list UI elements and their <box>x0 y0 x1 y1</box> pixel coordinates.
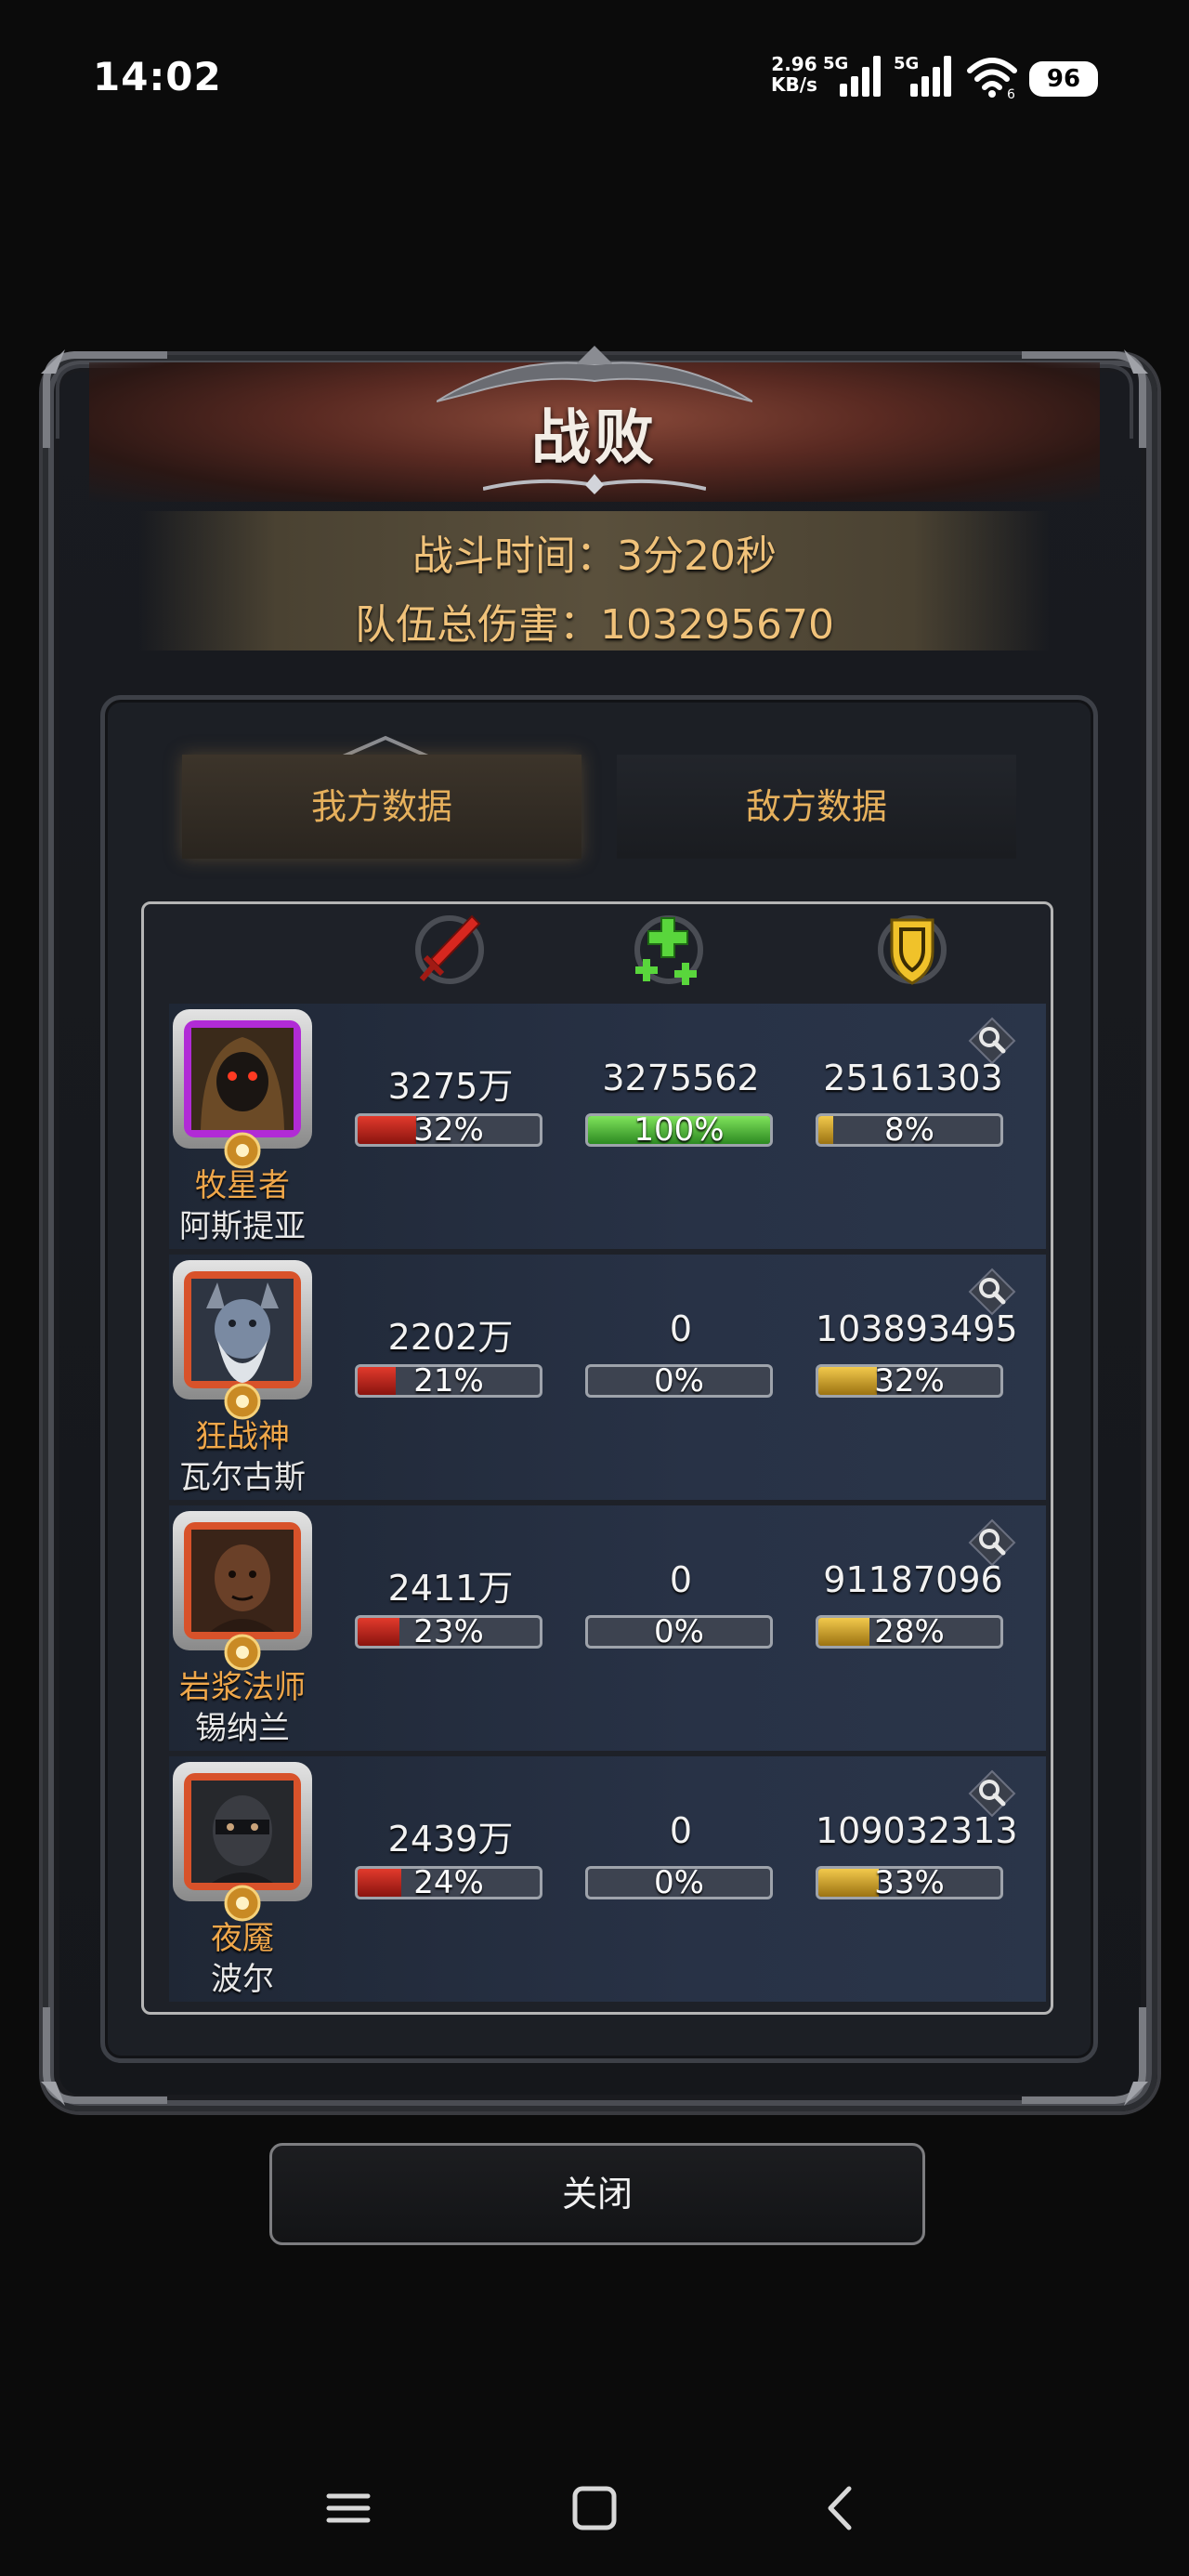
hooded-hero-portrait-icon <box>191 1028 294 1130</box>
heal-share-bar: 0% <box>585 1866 773 1899</box>
damage-share-bar: 21% <box>355 1364 542 1398</box>
hero-avatar-frame <box>173 1762 312 1901</box>
hero-name: 瓦尔古斯 <box>179 1459 306 1496</box>
hero-avatar-frame <box>173 1511 312 1650</box>
status-time: 14:02 <box>93 54 222 99</box>
total-damage-line: 队伍总伤害：103295670 <box>355 601 834 649</box>
home-icon[interactable] <box>562 2476 627 2541</box>
damage-value: 2411万 <box>387 1568 514 1609</box>
hero-name: 波尔 <box>211 1961 274 1998</box>
hero-title: 牧星者 <box>195 1167 290 1204</box>
hero-name: 阿斯提亚 <box>179 1208 306 1245</box>
signal-icon <box>840 56 881 97</box>
avatar <box>184 1773 301 1890</box>
tab-enemy-data[interactable]: 敌方数据 <box>617 755 1016 859</box>
shield-icon <box>878 915 947 985</box>
sword-icon <box>415 914 484 984</box>
hero-title: 狂战神 <box>195 1418 290 1455</box>
heal-value: 0 <box>669 1810 693 1851</box>
magnifier-icon[interactable] <box>966 1266 1018 1318</box>
damage-share-bar: 32% <box>355 1113 542 1147</box>
menu-icon[interactable] <box>316 2476 381 2541</box>
total-damage-value: 103295670 <box>600 601 834 649</box>
masked-ninja-portrait-icon <box>191 1781 294 1883</box>
avatar <box>184 1522 301 1639</box>
system-navigation-bar <box>0 2435 1189 2576</box>
damage-value: 2439万 <box>387 1819 514 1860</box>
network-speed: 2.96 KB/s <box>771 53 817 96</box>
battery-indicator: 96 <box>1029 61 1098 97</box>
heal-share-bar: 0% <box>585 1615 773 1649</box>
heal-value: 0 <box>669 1308 693 1349</box>
heal-share-bar: 100% <box>585 1113 773 1147</box>
battle-time-line: 战斗时间：3分20秒 <box>412 532 777 580</box>
damage-taken-share-bar: 32% <box>816 1364 1003 1398</box>
avatar <box>184 1271 301 1388</box>
hero-title: 岩浆法师 <box>179 1669 306 1706</box>
signal-icon <box>910 56 951 97</box>
svg-text:6: 6 <box>1007 87 1015 99</box>
damage-taken-share-bar: 8% <box>816 1113 1003 1147</box>
damage-share-bar: 24% <box>355 1866 542 1899</box>
damage-value: 3275万 <box>387 1066 514 1107</box>
status-bar: 14:02 2.96 KB/s 5G 5G 6 96 <box>0 0 1189 158</box>
heal-cross-icon <box>634 915 703 985</box>
damage-taken-share-bar: 33% <box>816 1866 1003 1899</box>
title-divider-icon <box>483 474 706 494</box>
heal-share-bar: 0% <box>585 1364 773 1398</box>
battle-time-value: 3分20秒 <box>617 532 777 580</box>
close-button[interactable]: 关闭 <box>269 2143 925 2245</box>
damage-value: 2202万 <box>387 1317 514 1358</box>
tab-our-data[interactable]: 我方数据 <box>182 755 581 859</box>
result-title: 战败 <box>531 404 658 473</box>
hero-avatar-frame <box>173 1260 312 1400</box>
hero-name: 锡纳兰 <box>195 1710 290 1747</box>
magnifier-icon[interactable] <box>966 1768 1018 1820</box>
hero-title: 夜魇 <box>211 1920 274 1957</box>
frost-giant-portrait-icon <box>191 1279 294 1383</box>
hero-avatar-frame <box>173 1009 312 1149</box>
wifi-icon: 6 <box>967 58 1017 99</box>
magma-mage-portrait-icon <box>191 1530 294 1632</box>
magnifier-icon[interactable] <box>966 1517 1018 1569</box>
damage-share-bar: 23% <box>355 1615 542 1649</box>
heal-value: 3275562 <box>602 1058 760 1098</box>
back-icon[interactable] <box>808 2476 873 2541</box>
damage-taken-share-bar: 28% <box>816 1615 1003 1649</box>
heal-value: 0 <box>669 1559 693 1600</box>
magnifier-icon[interactable] <box>966 1015 1018 1067</box>
avatar <box>184 1020 301 1137</box>
